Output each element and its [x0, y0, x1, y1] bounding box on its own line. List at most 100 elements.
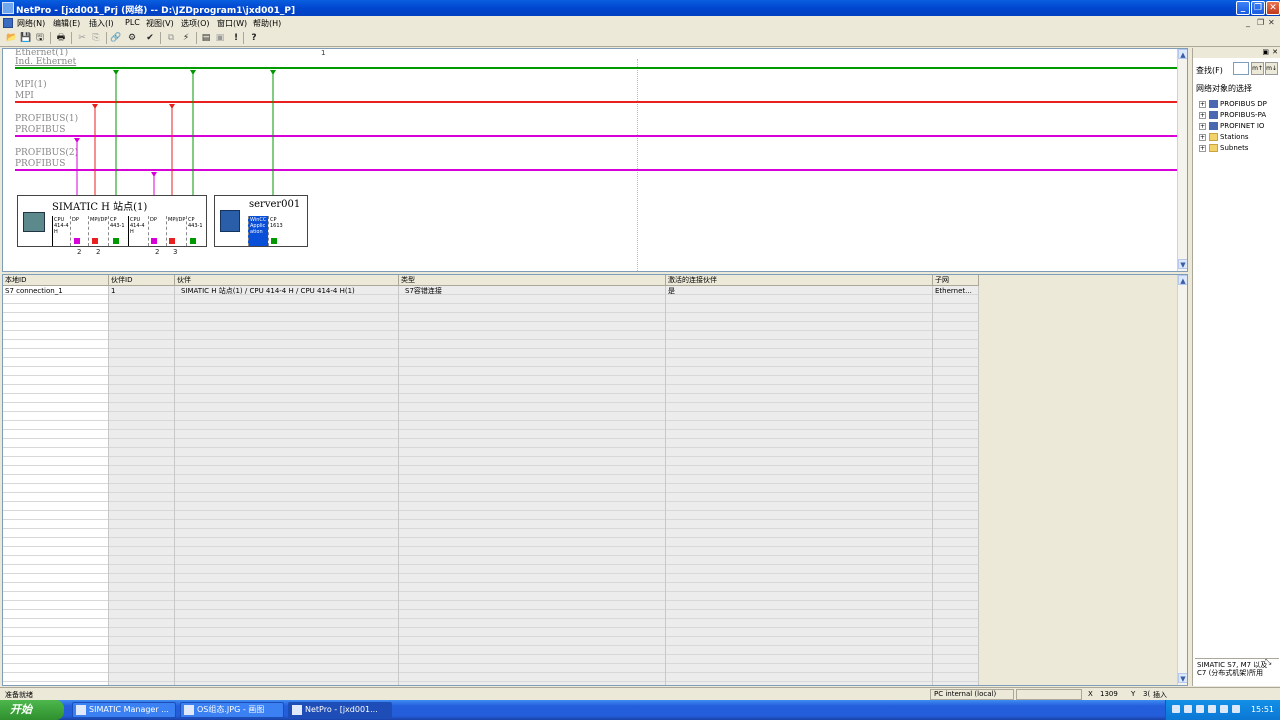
document-icon[interactable]	[3, 18, 13, 28]
slot-cpu-1[interactable]: CPU 414-4 H	[52, 216, 70, 246]
start-button[interactable]: 开始	[0, 700, 64, 720]
alert-icon[interactable]: !	[230, 32, 242, 44]
tree-item-subnets[interactable]: + Subnets	[1199, 144, 1248, 152]
network-tray-icon[interactable]	[1196, 705, 1204, 713]
panel-restore-icon[interactable]: ▣	[1262, 48, 1269, 56]
status-y-value: 3(	[1143, 690, 1151, 698]
task-simatic-manager[interactable]: SIMATIC Manager ...	[72, 702, 176, 718]
security-icon[interactable]	[1220, 705, 1228, 713]
view-icon[interactable]: ▣	[214, 32, 226, 44]
copy-icon[interactable]: ⎘	[90, 32, 102, 44]
expand-icon[interactable]: +	[1199, 133, 1206, 141]
title-bar[interactable]: NetPro - [jxd001_Prj (网络) -- D:\JZDprogr…	[0, 0, 1280, 16]
help-icon[interactable]: ?	[248, 32, 260, 44]
column-header-local-id[interactable]: 本地ID	[3, 275, 109, 286]
status-interface: PC internal (local)	[934, 690, 997, 698]
task-netpro[interactable]: NetPro - [jxd001...	[288, 702, 392, 718]
find-label: 查找(F)	[1196, 66, 1223, 75]
scroll-down-arrow[interactable]: ▼	[1178, 673, 1187, 683]
mdi-minimize-button[interactable]: _	[1246, 18, 1250, 27]
port-number: 3	[173, 248, 178, 256]
network-view[interactable]: 1 Ethernet(1) Ind. Ethernet MPI(1) MPI P…	[2, 48, 1188, 272]
catalog-icon[interactable]: ▤	[200, 32, 212, 44]
toolbar-separator	[106, 32, 107, 44]
station-simatic-h[interactable]: SIMATIC H 站点(1) CPU 414-4 H DP MPI/DP CP…	[17, 195, 207, 247]
find-input[interactable]	[1233, 62, 1249, 75]
menu-help[interactable]: 帮助(H)	[253, 18, 281, 29]
folder-icon	[1209, 133, 1218, 141]
status-bar: 准备就绪 PC internal (local) X 1309 Y 3( 插入	[0, 687, 1280, 700]
table-scrollbar[interactable]: ▲ ▼	[1177, 275, 1187, 685]
save-compile-icon[interactable]: 🖫	[34, 32, 46, 44]
mdi-restore-button[interactable]: ❐	[1257, 18, 1264, 27]
tree-item-stations[interactable]: + Stations	[1199, 133, 1249, 141]
table-cell-local-id[interactable]: S7 connection_1	[3, 287, 109, 296]
table-cell-type[interactable]: S7容错连接	[403, 287, 666, 296]
network-scrollbar[interactable]: ▲ ▼	[1177, 49, 1187, 271]
expand-icon[interactable]: +	[1199, 100, 1206, 108]
column-header-subnet[interactable]: 子网	[933, 275, 979, 286]
menu-network[interactable]: 网络(N)	[17, 18, 45, 29]
cut-icon[interactable]: ✂	[76, 32, 88, 44]
print-icon[interactable]: 🖶	[55, 32, 67, 44]
scroll-down-arrow[interactable]: ▼	[1178, 259, 1187, 269]
menu-bar: 网络(N) 编辑(E) 插入(I) PLC 视图(V) 选项(O) 窗口(W) …	[0, 16, 1280, 30]
maximize-button[interactable]: ❐	[1251, 1, 1265, 15]
port-mpi[interactable]	[169, 238, 175, 244]
port-profibus[interactable]	[151, 238, 157, 244]
save-icon[interactable]: 💾	[20, 32, 32, 44]
table-cell-active-partner[interactable]: 是	[666, 287, 933, 296]
tree-item-profibus-pa[interactable]: + PROFIBUS-PA	[1199, 111, 1266, 119]
port-ethernet[interactable]	[271, 238, 277, 244]
toolbar-separator	[243, 32, 244, 44]
table-cell-partner-id[interactable]: 1	[109, 287, 175, 296]
open-icon[interactable]: 📂	[6, 32, 18, 44]
port-profibus[interactable]	[74, 238, 80, 244]
task-paint[interactable]: OS组态.JPG - 画图	[180, 702, 284, 718]
menu-insert[interactable]: 插入(I)	[89, 18, 114, 29]
check-icon[interactable]: ✔	[144, 32, 156, 44]
keyboard-icon[interactable]	[1172, 705, 1180, 713]
expand-icon[interactable]: +	[1199, 122, 1206, 130]
menu-view[interactable]: 视图(V)	[146, 18, 174, 29]
download-icon[interactable]: 🔗	[110, 32, 122, 44]
column-header-partner-id[interactable]: 伙伴ID	[109, 275, 175, 286]
menu-plc[interactable]: PLC	[125, 18, 140, 27]
column-header-partner[interactable]: 伙伴	[175, 275, 399, 286]
port-mpi[interactable]	[92, 238, 98, 244]
connect-icon[interactable]: ⚡	[180, 32, 192, 44]
language-icon[interactable]	[1232, 705, 1240, 713]
close-button[interactable]: ✕	[1266, 1, 1280, 15]
panel-close-icon[interactable]: ✕	[1272, 48, 1278, 56]
slot-mpi-dp-1[interactable]: MPI/DP	[88, 216, 108, 246]
table-cell-subnet[interactable]: Ethernet...	[933, 287, 979, 296]
port-number: 2	[96, 248, 101, 256]
menu-options[interactable]: 选项(O)	[181, 18, 210, 29]
menu-edit[interactable]: 编辑(E)	[53, 18, 80, 29]
help-tray-icon[interactable]	[1184, 705, 1192, 713]
scroll-up-arrow[interactable]: ▲	[1178, 275, 1187, 285]
expand-icon[interactable]: +	[1199, 144, 1206, 152]
minimize-button[interactable]: _	[1236, 1, 1250, 15]
table-cell-partner[interactable]: SIMATIC H 站点(1) / CPU 414-4 H / CPU 414-…	[179, 287, 399, 296]
upload-icon[interactable]: ⚙	[126, 32, 138, 44]
find-next-button[interactable]: m↑	[1251, 62, 1264, 75]
tree-item-profinet-io[interactable]: + PROFINET IO	[1199, 122, 1264, 130]
slot-cpu-2[interactable]: CPU 414-4 H	[128, 216, 148, 246]
tree-item-profibus-dp[interactable]: + PROFIBUS DP	[1199, 100, 1267, 108]
mdi-close-button[interactable]: ✕	[1268, 18, 1275, 27]
station-server001[interactable]: server001 WinCC Applic ation CP 1613	[214, 195, 308, 247]
paste-icon[interactable]: ⧉	[165, 32, 177, 44]
port-ethernet[interactable]	[190, 238, 196, 244]
slot-cp-2[interactable]: CP 443-1	[186, 216, 206, 246]
find-prev-button[interactable]: m↓	[1265, 62, 1278, 75]
port-ethernet[interactable]	[113, 238, 119, 244]
column-header-type[interactable]: 类型	[399, 275, 666, 286]
menu-window[interactable]: 窗口(W)	[217, 18, 247, 29]
connection-table[interactable]: 本地ID 伙伴ID 伙伴 类型 激活的连接伙伴 子网 S7 connection…	[2, 274, 1188, 686]
scroll-up-arrow[interactable]: ▲	[1178, 49, 1187, 59]
slot-wincc-application[interactable]: WinCC Applic ation	[248, 216, 268, 246]
volume-icon[interactable]	[1208, 705, 1216, 713]
column-header-active-partner[interactable]: 激活的连接伙伴	[666, 275, 933, 286]
expand-icon[interactable]: +	[1199, 111, 1206, 119]
